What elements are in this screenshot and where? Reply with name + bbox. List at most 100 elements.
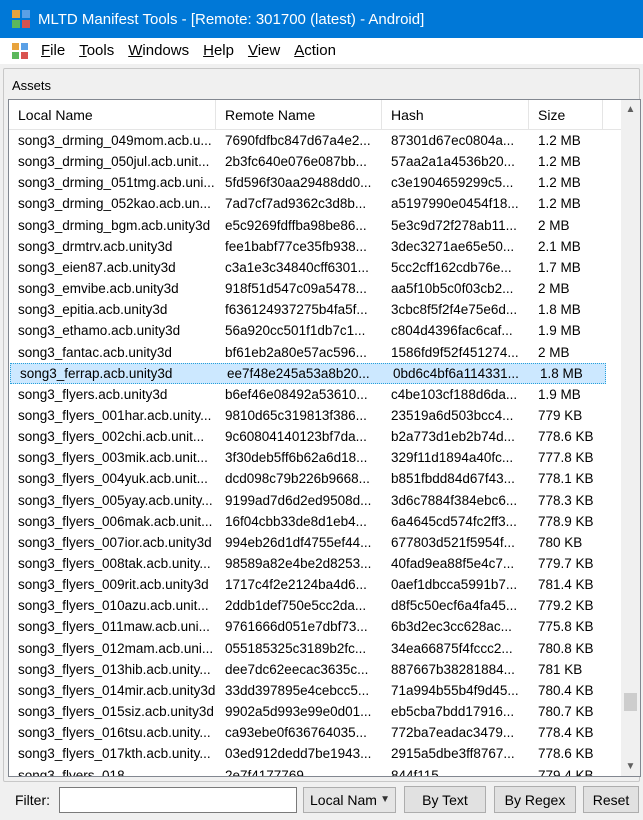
cell-local-name: song3_flyers.acb.unity3d bbox=[18, 386, 168, 402]
table-row[interactable]: song3_flyers_002chi.acb.unit... 9c6080414… bbox=[9, 426, 606, 447]
cell-remote-name: 7690fdfbc847d67a4e2... bbox=[225, 133, 371, 148]
column-header-hash[interactable]: Hash bbox=[382, 100, 529, 130]
reset-button[interactable]: Reset bbox=[583, 786, 639, 813]
cell-hash: a5197990e0454f18... bbox=[391, 196, 519, 212]
cell-remote-name: f636124937275b4fa5f... bbox=[225, 302, 368, 318]
cell-local-name: song3_flyers_001har.acb.unity... bbox=[18, 407, 212, 423]
cell-local-name: song3_flyers_003mik.acb.unit... bbox=[18, 450, 208, 466]
table-row[interactable]: song3_fantac.acb.unity3d bf61eb2a80e57ac5… bbox=[9, 342, 606, 363]
cell-size: 778.6 KB bbox=[538, 746, 594, 762]
cell-hash: eb5cba7bdd17916... bbox=[391, 704, 515, 720]
cell-size: 2 MB bbox=[538, 217, 570, 233]
table-row[interactable]: song3_flyers_010azu.acb.unit... 2ddb1def7… bbox=[9, 595, 606, 616]
cell-remote-name: 3f30deb5ff6b62a6d18... bbox=[225, 450, 368, 466]
table-row[interactable]: song3_emvibe.acb.unity3d 918f51d547c09a54… bbox=[9, 278, 606, 299]
filter-column-select[interactable]: Local Nam ▼ bbox=[303, 787, 396, 813]
cell-local-name: song3_eien87.acb.unity3d bbox=[18, 259, 176, 275]
filter-bar: Filter: Local Nam ▼ By Text By Regex Res… bbox=[0, 782, 643, 820]
scroll-thumb[interactable] bbox=[624, 693, 637, 711]
table-row[interactable]: song3_flyers_011maw.acb.uni... 9761666d05… bbox=[9, 616, 606, 637]
cell-remote-name: 918f51d547c09a5478... bbox=[225, 281, 367, 297]
menu-file[interactable]: File bbox=[34, 38, 72, 64]
cell-remote-name: dee7dc62eecac3635c... bbox=[225, 661, 369, 677]
table-row[interactable]: song3_flyers_007ior.acb.unity3d 994eb26d1… bbox=[9, 532, 606, 553]
scroll-down-arrow-icon[interactable]: ▼ bbox=[621, 757, 640, 776]
cell-remote-name: 055185325c3189b2fc... bbox=[225, 640, 367, 656]
assets-list[interactable]: Local Name Remote Name Hash Size song3_d… bbox=[8, 99, 641, 777]
table-row[interactable]: song3_flyers_003mik.acb.unit... 3f30deb5f… bbox=[9, 447, 606, 468]
cell-local-name: song3_flyers_015siz.acb.unity3d bbox=[18, 704, 214, 720]
table-row[interactable]: song3_flyers.acb.unity3d b6ef46e08492a536… bbox=[9, 384, 606, 405]
cell-hash: 0bd6c4bf6a114331... bbox=[393, 365, 519, 381]
table-row[interactable]: song3_flyers_006mak.acb.unit... 16f04cbb3… bbox=[9, 511, 606, 532]
table-row[interactable]: song3_flyers_013hib.acb.unity... dee7dc62… bbox=[9, 659, 606, 680]
cell-local-name: song3_flyers_009rit.acb.unity3d bbox=[18, 577, 209, 593]
menu-tools[interactable]: Tools bbox=[72, 38, 121, 64]
table-row[interactable]: song3_flyers_008tak.acb.unity... 98589a82… bbox=[9, 553, 606, 574]
cell-remote-name: 16f04cbb33de8d1eb4... bbox=[225, 513, 367, 529]
cell-remote-name: 7ad7cf7ad9362c3d8b... bbox=[225, 196, 367, 212]
table-row[interactable]: song3_drming_050jul.acb.unit... 2b3fc640e… bbox=[9, 151, 606, 172]
by-regex-button[interactable]: By Regex bbox=[494, 786, 576, 813]
menu-view[interactable]: View bbox=[241, 38, 287, 64]
cell-hash: d8f5c50ecf6a4fa45... bbox=[391, 598, 518, 614]
table-row[interactable]: song3_flyers_001har.acb.unity... 9810d65c… bbox=[9, 405, 606, 426]
cell-hash: c3e1904659299c5... bbox=[391, 175, 514, 191]
table-row[interactable]: song3_flyers_017kth.acb.unity... 03ed912d… bbox=[9, 743, 606, 764]
cell-local-name: song3_flyers_005yay.acb.unity... bbox=[18, 492, 213, 508]
table-row[interactable]: song3_flyers_005yay.acb.unity... 9199ad7d… bbox=[9, 490, 606, 511]
table-row[interactable]: song3_epitia.acb.unity3d f636124937275b4f… bbox=[9, 299, 606, 320]
cell-remote-name: 5fd596f30aa29488dd0... bbox=[225, 175, 372, 191]
table-row[interactable]: song3_flyers_014mir.acb.unity3d 33dd39789… bbox=[9, 680, 606, 701]
table-row[interactable]: song3_drming_bgm.acb.unity3d e5c9269fdffb… bbox=[9, 215, 606, 236]
cell-size: 2 MB bbox=[538, 281, 570, 297]
system-menu-icon[interactable] bbox=[12, 43, 28, 59]
table-row[interactable]: song3_drming_052kao.acb.un... 7ad7cf7ad93… bbox=[9, 193, 606, 214]
cell-remote-name: 9761666d051e7dbf73... bbox=[225, 619, 368, 635]
table-row[interactable]: song3_flyers_012mam.acb.uni... 055185325c… bbox=[9, 638, 606, 659]
cell-size: 779.2 KB bbox=[538, 598, 594, 614]
by-text-button[interactable]: By Text bbox=[404, 786, 486, 813]
cell-remote-name: ee7f48e245a53a8b20... bbox=[227, 365, 370, 381]
cell-local-name: song3_flyers_006mak.acb.unit... bbox=[18, 513, 213, 529]
menu-action[interactable]: Action bbox=[287, 38, 343, 64]
cell-local-name: song3_flyers_008tak.acb.unity... bbox=[18, 556, 211, 571]
table-row[interactable]: song3_flyers_018... 2e7f4177769... 844f115… bbox=[9, 765, 606, 777]
menu-help[interactable]: Help bbox=[196, 38, 241, 64]
column-header-remote-name[interactable]: Remote Name bbox=[216, 100, 382, 130]
cell-size: 779.7 KB bbox=[538, 556, 594, 571]
filter-input[interactable] bbox=[59, 787, 297, 813]
list-header: Local Name Remote Name Hash Size bbox=[9, 100, 621, 130]
cell-local-name: song3_drming_052kao.acb.un... bbox=[18, 196, 211, 212]
cell-remote-name: bf61eb2a80e57ac596... bbox=[225, 344, 367, 360]
cell-hash: 887667b38281884... bbox=[391, 661, 515, 677]
table-row[interactable]: song3_flyers_016tsu.acb.unity... ca93ebe0… bbox=[9, 722, 606, 743]
cell-local-name: song3_ferrap.acb.unity3d bbox=[20, 365, 173, 381]
cell-hash: 1586fd9f52f451274... bbox=[391, 344, 519, 360]
table-row[interactable]: song3_drming_051tmg.acb.uni... 5fd596f30a… bbox=[9, 172, 606, 193]
column-header-size[interactable]: Size bbox=[529, 100, 603, 130]
cell-size: 780.8 KB bbox=[538, 640, 594, 656]
table-row[interactable]: song3_flyers_015siz.acb.unity3d 9902a5d99… bbox=[9, 701, 606, 722]
table-row[interactable]: song3_drmtrv.acb.unity3d fee1babf77ce35fb… bbox=[9, 236, 606, 257]
table-row[interactable]: song3_drming_049mom.acb.u... 7690fdfbc847… bbox=[9, 130, 606, 151]
table-row[interactable]: song3_flyers_004yuk.acb.unit... dcd098c79… bbox=[9, 468, 606, 489]
cell-remote-name: 33dd397895e4cebcc5... bbox=[225, 682, 370, 698]
cell-hash: 6a4645cd574fc2ff3... bbox=[391, 513, 517, 529]
vertical-scrollbar[interactable]: ▲ ▼ bbox=[621, 100, 640, 776]
scroll-up-arrow-icon[interactable]: ▲ bbox=[621, 100, 640, 119]
column-header-local-name[interactable]: Local Name bbox=[9, 100, 216, 130]
table-row[interactable]: song3_eien87.acb.unity3d c3a1e3c34840cff6… bbox=[9, 257, 606, 278]
cell-size: 2 MB bbox=[538, 344, 570, 360]
table-row[interactable]: song3_ethamo.acb.unity3d 56a920cc501f1db7… bbox=[9, 320, 606, 341]
cell-remote-name: 1717c4f2e2124ba4d6... bbox=[225, 577, 367, 593]
cell-hash: 329f11d1894a40fc... bbox=[391, 450, 514, 466]
menu-windows[interactable]: Windows bbox=[121, 38, 196, 64]
cell-size: 778.6 KB bbox=[538, 429, 594, 445]
table-row[interactable]: song3_ferrap.acb.unity3d ee7f48e245a53a8b… bbox=[10, 362, 606, 384]
cell-hash: 2915a5dbe3ff8767... bbox=[391, 746, 515, 762]
cell-local-name: song3_flyers_004yuk.acb.unit... bbox=[18, 471, 208, 487]
cell-local-name: song3_drming_049mom.acb.u... bbox=[18, 133, 212, 148]
table-row[interactable]: song3_flyers_009rit.acb.unity3d 1717c4f2e… bbox=[9, 574, 606, 595]
cell-local-name: song3_flyers_002chi.acb.unit... bbox=[18, 429, 205, 445]
